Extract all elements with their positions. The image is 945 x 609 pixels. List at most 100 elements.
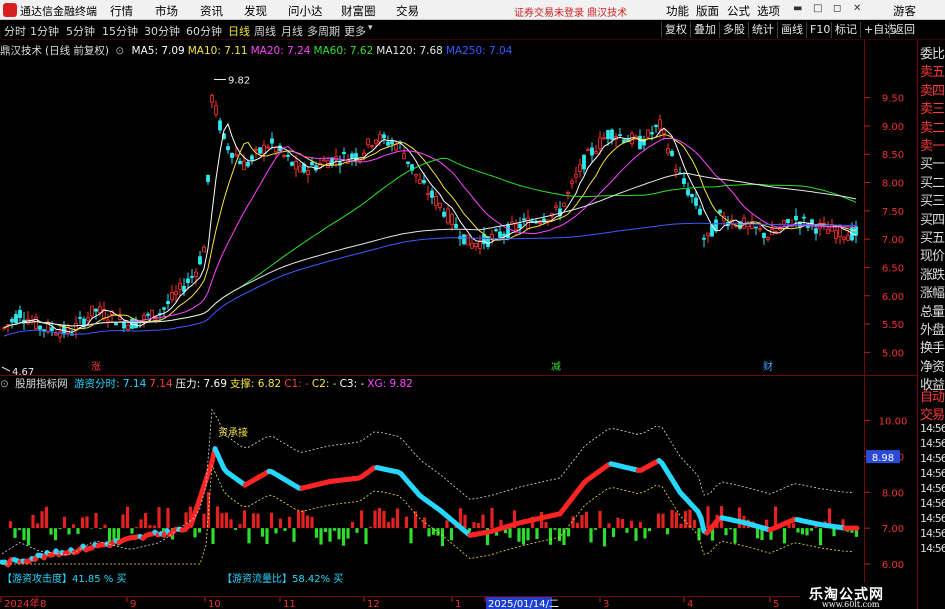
volume-bar	[296, 510, 301, 529]
stock-name-label: 鼎汉技术	[0, 45, 42, 57]
menu-function[interactable]: 功能	[666, 3, 689, 19]
period-tab-15min[interactable]: 15分钟	[102, 23, 138, 39]
menu-trade[interactable]: 交易	[396, 3, 419, 19]
mark-button[interactable]: 标记	[831, 22, 860, 38]
candle-body	[766, 237, 770, 240]
sidebar-item[interactable]: 卖二	[920, 117, 945, 136]
candle-body	[18, 309, 22, 318]
period-tab-weekly[interactable]: 周线	[254, 23, 276, 39]
sidebar-item[interactable]: 买二	[920, 172, 945, 191]
restore-icon[interactable]: ◻	[833, 4, 843, 14]
candle-body	[554, 205, 558, 208]
period-tab-30min[interactable]: 30分钟	[144, 23, 180, 39]
maximize-icon[interactable]: □	[813, 4, 823, 14]
volume-bar	[526, 528, 530, 541]
volume-bar	[382, 510, 386, 529]
sidebar-time-tick: 14:56	[920, 437, 945, 450]
sidebar-item[interactable]: 换手	[920, 337, 945, 356]
menu-options[interactable]: 选项	[757, 3, 780, 19]
menu-discover[interactable]: 发现	[244, 3, 267, 19]
kline-chart[interactable]: 9.50 9.00 8.50 8.00 7.50 7.00 6.50 6.00 5.50 5.00…	[0, 40, 917, 376]
sidebar-item[interactable]: 涨幅	[920, 282, 945, 301]
ma-legend-item[interactable]: MA250: 7.04	[446, 45, 513, 57]
volume-bar	[391, 517, 395, 529]
volume-bar	[211, 528, 215, 544]
sidebar-item[interactable]: 买五	[920, 227, 945, 246]
candle-body	[430, 190, 434, 198]
sidebar-item[interactable]: 卖四	[920, 80, 945, 99]
candle-body	[126, 324, 130, 330]
legend-settings-icon[interactable]: ⊙	[115, 45, 124, 57]
indicator-chart[interactable]: 10.009.008.007.006.008.98	[0, 376, 917, 596]
draw-line-button[interactable]: 画线	[777, 22, 806, 38]
candle-body	[270, 138, 274, 144]
indicator-name[interactable]: 股朋指标网	[15, 378, 68, 390]
minimize-icon[interactable]: ▬	[793, 4, 803, 14]
volume-bar	[440, 528, 445, 547]
close-icon[interactable]: ✕	[853, 4, 863, 14]
sidebar-item[interactable]: 净资	[920, 356, 945, 375]
sidebar-item[interactable]: 买一	[920, 153, 945, 172]
sidebar-item[interactable]: 现价	[920, 245, 945, 264]
overlay-button[interactable]: 叠加	[690, 22, 719, 38]
statistics-button[interactable]: 统计	[748, 22, 777, 38]
sidebar-item[interactable]: 委比	[920, 43, 945, 62]
sidebar-item[interactable]: 涨跌	[920, 264, 945, 283]
multi-stock-button[interactable]: 多股	[719, 22, 748, 38]
sidebar-item[interactable]: 卖五	[920, 61, 945, 80]
volume-bar	[67, 528, 71, 535]
volume-bar	[233, 528, 238, 530]
indicator-legend-item: C2: -	[311, 378, 337, 390]
sidebar-item[interactable]: 买四	[920, 209, 945, 228]
menu-market[interactable]: 市场	[155, 3, 178, 19]
candle-body	[418, 179, 422, 184]
ma-legend-item[interactable]: MA120: 7.68	[376, 45, 443, 57]
menu-formula[interactable]: 公式	[727, 3, 750, 19]
login-notice[interactable]: 证券交易未登录 鼎汉技术	[514, 4, 627, 19]
sidebar-item[interactable]: 总量	[920, 301, 945, 320]
volume-bar	[125, 506, 130, 529]
menu-quotes[interactable]: 行情	[110, 3, 133, 19]
period-tab-more[interactable]: 更多	[344, 23, 366, 39]
period-tab-multi[interactable]: 多周期	[307, 23, 340, 39]
user-guest[interactable]: 游客	[893, 3, 916, 19]
volume-bar	[593, 528, 598, 530]
low-price-label: 4.67	[12, 367, 34, 376]
back-button[interactable]: 返回	[889, 22, 918, 38]
period-tab-5min[interactable]: 5分钟	[66, 23, 95, 39]
menu-assistant[interactable]: 问小达	[288, 3, 323, 19]
candle-body	[174, 291, 178, 296]
more-dropdown-icon[interactable]: ▾	[368, 23, 373, 33]
ma-legend-item[interactable]: MA60: 7.62	[313, 45, 373, 57]
period-tab-monthly[interactable]: 月线	[281, 23, 303, 39]
period-tab-1min[interactable]: 1分钟	[30, 23, 59, 39]
volume-bar	[692, 520, 697, 529]
menu-news[interactable]: 资讯	[200, 3, 223, 19]
sidebar-item[interactable]: 买三	[920, 190, 945, 209]
sidebar-item[interactable]: 外盘	[920, 319, 945, 338]
ma-legend-item[interactable]: MA10: 7.11	[188, 45, 248, 57]
adjust-button[interactable]: 复权	[661, 22, 690, 38]
ma-legend-item[interactable]: MA20: 7.24	[251, 45, 311, 57]
sidebar-item[interactable]: 卖一	[920, 135, 945, 154]
candle-body	[494, 229, 498, 232]
menu-layout[interactable]: 版面	[696, 3, 719, 19]
indicator-bg	[0, 376, 917, 596]
period-tab-intraday[interactable]: 分时	[4, 23, 26, 39]
f10-button[interactable]: F10	[806, 22, 833, 38]
volume-bar	[22, 528, 26, 541]
price-tick-label: 6.50	[882, 263, 904, 274]
indicator-settings-icon[interactable]: ⊙	[0, 378, 9, 390]
ma-legend-item[interactable]: MA5: 7.09	[132, 45, 185, 57]
sidebar-item[interactable]: 卖三	[920, 98, 945, 117]
volume-bar	[548, 528, 553, 545]
flow-ratio-label: 【游资流量比】58.42% 买	[222, 574, 344, 585]
sidebar-lower-item[interactable]: 自动	[920, 386, 945, 405]
period-tab-daily[interactable]: 日线	[228, 23, 250, 39]
volume-bar	[98, 528, 103, 529]
sidebar-lower-item[interactable]: 交易	[920, 404, 945, 423]
period-tab-60min[interactable]: 60分钟	[186, 23, 222, 39]
menu-wealth-circle[interactable]: 财富圈	[341, 3, 376, 19]
volume-bar	[670, 509, 674, 529]
volume-bar	[584, 511, 589, 529]
